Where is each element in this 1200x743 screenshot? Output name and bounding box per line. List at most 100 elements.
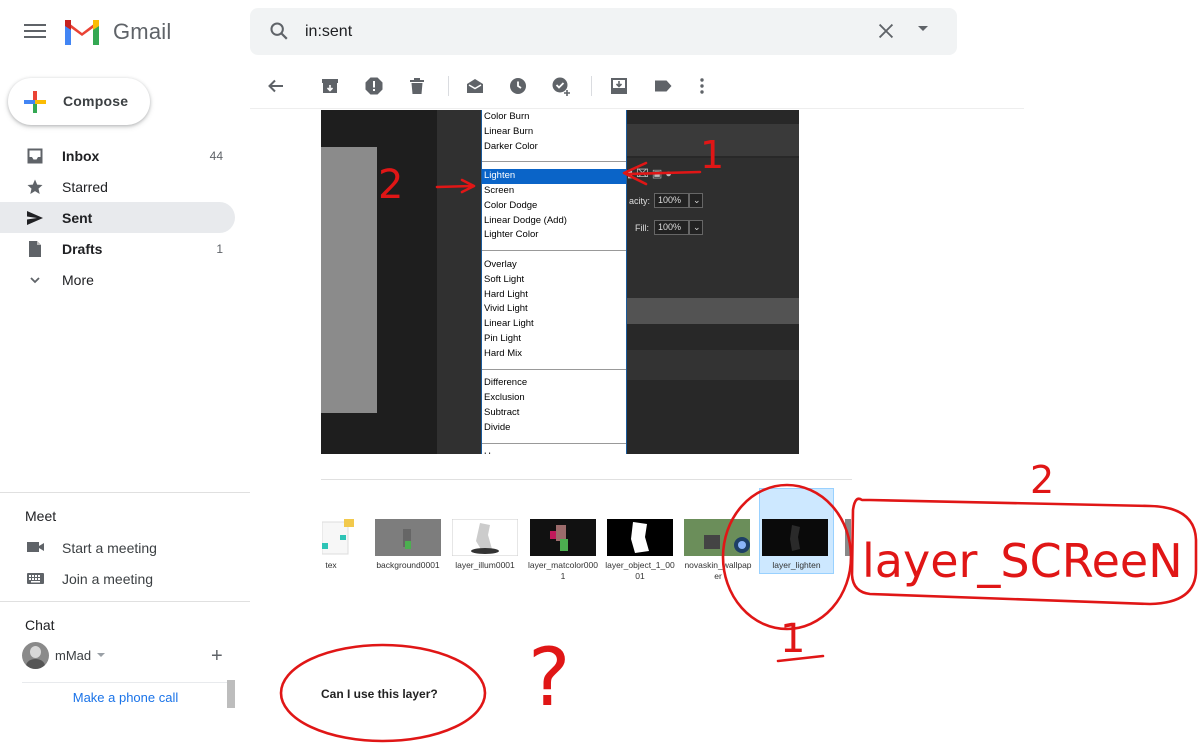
start-meeting-label: Start a meeting <box>62 540 157 556</box>
clear-search-icon[interactable] <box>875 20 897 42</box>
blend-mode-option[interactable]: Divide <box>482 421 626 436</box>
sidebar-item-label: Inbox <box>62 148 100 164</box>
blend-mode-option[interactable]: Linear Dodge (Add) <box>482 214 626 229</box>
report-spam-icon[interactable] <box>364 76 384 96</box>
sidebar-item-label: Sent <box>62 210 93 226</box>
screenshot-panel <box>627 350 799 380</box>
screenshot-panel <box>437 110 481 454</box>
add-task-icon[interactable] <box>551 76 571 96</box>
box-annotation <box>850 497 1198 606</box>
blend-mode-menu: Color Burn Linear Burn Darker Color Lighten… <box>481 110 627 454</box>
blend-mode-option[interactable]: Linear Burn <box>482 125 626 140</box>
blend-mode-option[interactable]: Soft Light <box>482 273 626 288</box>
chat-user-name: mMad <box>55 648 92 663</box>
screenshot-panel <box>627 124 799 156</box>
main-menu-button[interactable] <box>22 20 48 42</box>
folder-thumbnail[interactable] <box>322 519 354 556</box>
mark-unread-icon[interactable] <box>465 76 485 96</box>
stroke-annotation <box>776 654 825 663</box>
menu-line <box>24 24 46 26</box>
avatar <box>22 642 49 669</box>
menu-separator <box>482 154 626 169</box>
chat-user-status[interactable]: mMad <box>22 642 242 670</box>
compose-button[interactable]: Compose <box>8 78 150 125</box>
sidebar-item-drafts[interactable]: Drafts 1 <box>0 233 235 264</box>
blend-mode-option[interactable]: Color Burn <box>482 110 626 125</box>
blend-mode-option[interactable]: Exclusion <box>482 391 626 406</box>
strip-scroll-indicator[interactable] <box>845 519 851 556</box>
join-meeting-item[interactable]: Join a meeting <box>0 567 240 591</box>
blend-mode-option[interactable]: Difference <box>482 376 626 391</box>
label-icon[interactable] <box>653 76 673 96</box>
attachment-thumbnail[interactable] <box>607 519 673 556</box>
keyboard-icon <box>27 573 44 584</box>
back-arrow-icon[interactable] <box>266 76 286 96</box>
snooze-icon[interactable] <box>508 76 528 96</box>
add-chat-icon[interactable]: + <box>211 645 223 668</box>
gmail-logo-icon[interactable] <box>62 15 102 47</box>
attachment-thumbnail[interactable] <box>762 519 828 556</box>
attachment-thumbnail[interactable] <box>684 519 750 556</box>
inbox-icon <box>27 148 43 164</box>
sidebar-item-sent[interactable]: Sent <box>0 202 235 233</box>
sidebar-item-more[interactable]: More <box>0 264 235 295</box>
meet-section-title: Meet <box>25 508 57 524</box>
attachment-label: tex <box>325 560 337 570</box>
blend-mode-option[interactable]: Lighten <box>482 169 626 184</box>
screenshot-panel <box>321 147 377 413</box>
attachment-thumbnail[interactable] <box>530 519 596 556</box>
menu-line <box>24 36 46 38</box>
move-to-icon[interactable] <box>609 76 629 96</box>
blend-mode-option[interactable]: Pin Light <box>482 332 626 347</box>
sidebar-item-inbox[interactable]: Inbox 44 <box>0 140 235 171</box>
attachment-label: layer_object_1_0001 <box>605 560 675 581</box>
handwritten-title-annotation: layer_SCReeN <box>862 534 1183 588</box>
fill-label: Fill: <box>635 223 649 233</box>
menu-line <box>24 30 46 32</box>
opacity-label: acity: <box>629 196 651 206</box>
sidebar-nav: Inbox 44 Starred Sent Drafts 1 More <box>0 140 236 295</box>
blend-mode-option[interactable]: Hard Mix <box>482 347 626 362</box>
sidebar-divider <box>0 601 250 602</box>
blend-mode-option[interactable]: Screen <box>482 184 626 199</box>
search-options-icon[interactable] <box>918 26 928 31</box>
fill-dropdown-icon: ⌄ <box>689 220 703 235</box>
sidebar-item-starred[interactable]: Starred <box>0 171 235 202</box>
search-icon[interactable] <box>268 20 290 42</box>
toolbar-separator <box>448 76 449 96</box>
send-icon <box>27 211 43 225</box>
search-input[interactable] <box>305 19 865 44</box>
blend-mode-option[interactable]: Hard Light <box>482 288 626 303</box>
blend-mode-option[interactable]: Linear Light <box>482 317 626 332</box>
question-mark-annotation: ? <box>528 631 570 724</box>
sidebar-scrollbar[interactable] <box>227 680 235 708</box>
attachment-thumbnail[interactable] <box>452 519 518 556</box>
embedded-screenshot: Color Burn Linear Burn Darker Color Lighten… <box>321 110 799 454</box>
videocam-icon <box>27 542 44 552</box>
blend-mode-option[interactable]: Hue <box>482 450 626 454</box>
status-dropdown-icon[interactable] <box>97 653 105 657</box>
opacity-dropdown-icon: ⌄ <box>689 193 703 208</box>
chevron-down-icon <box>30 277 40 284</box>
attachment-label: novaskin_wallpaper <box>684 560 752 581</box>
join-meeting-label: Join a meeting <box>62 571 154 587</box>
blend-mode-option[interactable]: Subtract <box>482 406 626 421</box>
blend-mode-option[interactable]: Color Dodge <box>482 199 626 214</box>
more-vert-icon[interactable] <box>692 76 712 96</box>
message-toolbar <box>250 62 1024 109</box>
attachment-label: layer_matcolor0001 <box>528 560 598 581</box>
attachment-thumbnail[interactable] <box>375 519 441 556</box>
start-meeting-item[interactable]: Start a meeting <box>0 536 240 560</box>
toolbar-separator <box>591 76 592 96</box>
delete-icon[interactable] <box>407 76 427 96</box>
archive-icon[interactable] <box>320 76 340 96</box>
blend-mode-option[interactable]: Vivid Light <box>482 302 626 317</box>
attachment-label: layer_illum0001 <box>455 560 515 570</box>
blend-mode-option[interactable]: Darker Color <box>482 140 626 155</box>
blend-mode-option[interactable]: Overlay <box>482 258 626 273</box>
make-phone-call-link[interactable]: Make a phone call <box>22 682 229 710</box>
chat-section-title: Chat <box>25 617 55 633</box>
lock-icons: ▮ ⌧ ▣ ● <box>627 168 672 180</box>
blend-mode-option[interactable]: Lighter Color <box>482 228 626 243</box>
inbox-count: 44 <box>209 149 223 163</box>
